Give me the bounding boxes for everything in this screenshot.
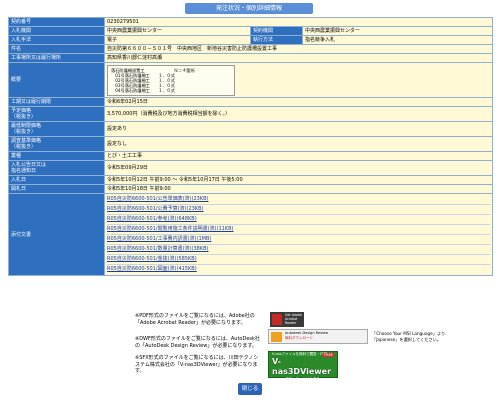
industry-type: とび・土工工事: [103, 151, 494, 161]
row-label: 契約機関: [250, 26, 303, 36]
work-location: 高知県香川郡仁淀村高瀬: [103, 53, 494, 63]
row-label: 工期又は履行期限: [8, 97, 105, 107]
table-row: 工事場所又は履行場所 高知県香川郡仁淀村高瀬: [8, 53, 494, 63]
attachment-link[interactable]: R05自災防6600-501/閲覧用施工条件説明書(済)(11KB): [107, 225, 491, 235]
row-label: 概要: [8, 62, 105, 98]
detail-table: 契約番号 0230279501 入札機関 中央西農業振興センター 契約機関 中央…: [8, 17, 494, 276]
survey-price: 設定なし: [103, 136, 494, 152]
table-row: 入札公告日又は 指名通知日 令和5年09月29日: [8, 160, 494, 176]
row-label: 業種: [8, 151, 105, 161]
row-label: 添付文書: [8, 193, 105, 276]
summary-line: 04号落石防護柵工 １．０式: [111, 87, 175, 93]
table-row: 契約番号 0230279501: [8, 17, 494, 27]
dwf-note: ※DWF形式のファイルをご覧になるには、AutoDesk社の「AutoDesk …: [135, 336, 260, 349]
table-row: 最低制限価格 （税抜き） 設定あり: [8, 121, 494, 137]
table-row: 概要 落石防護柵設置工 Ｎ＝４箇所 01号落石防護柵工 １．０式 02号落石防護…: [8, 62, 494, 98]
table-row: 入札日 令和5年10月12日 午前9:00 〜 令和5年10月17日 午後5:0…: [8, 175, 494, 185]
table-row: 工期又は履行期限 令和6年02月15日: [8, 97, 494, 107]
row-label: 件名: [8, 44, 105, 54]
attachment-link[interactable]: R05自災防6600-501/公費予算(済)(23KB): [107, 205, 491, 215]
row-label: 予定価格 （税抜き）: [8, 106, 105, 122]
attachments-cell: R05自災防6600-501/公告単価表(済)(23KB) R05自災防6600…: [103, 193, 494, 276]
table-row: 開札日 令和5年10月18日 午前9:00: [8, 184, 494, 194]
table-row: 件名 自災防第６６００－５０１号 中央西地区 新地谷災害防止防護柵設置工事: [8, 44, 494, 54]
vnas-badge-brand: V-nas3DViewer: [272, 357, 332, 376]
completion-date: 令和6年02月15日: [103, 97, 494, 107]
autodesk-design-review-badge[interactable]: Autodesk Design Review 無料ダウンロード: [268, 329, 368, 344]
attachment-link[interactable]: R05自災防6600-501/工事費内訳書(済)(1MB): [107, 235, 491, 245]
pdf-icon: [272, 314, 282, 325]
estimated-price: 3,570,000円（消費税及び地方消費税相当額を除く。）: [103, 106, 494, 122]
attachment-link[interactable]: R05自災防6600-501/数量計算書(済)(38KB): [107, 245, 491, 255]
project-name: 自災防第６６００－５０１号 中央西地区 新地谷災害防止防護柵設置工事: [103, 44, 494, 54]
viewer-notes: ※PDF形式のファイルをご覧になるには、Adobe社の「Adobe Acroba…: [135, 313, 375, 381]
design-review-icon: [271, 332, 282, 342]
row-label: 入札公告日又は 指名通知日: [8, 160, 105, 176]
hint-line: 「Japanese」を選択してください。: [372, 337, 442, 342]
summary-cell: 落石防護柵設置工 Ｎ＝４箇所 01号落石防護柵工 １．０式 02号落石防護柵工 …: [103, 62, 494, 98]
attachment-link[interactable]: R05自災防6600-501/金抜(済)(585KB): [107, 255, 491, 265]
row-label: 契約番号: [8, 17, 105, 27]
attachment-link[interactable]: R05自災防6600-501/図面(済)(415KB): [107, 265, 490, 274]
adobe-reader-badge[interactable]: Get Adobe Acrobat Reader: [270, 312, 304, 327]
adobe-badge-bottom: Acrobat Reader: [285, 317, 298, 325]
row-label: 工事場所又は履行場所: [8, 53, 105, 63]
row-label: 執行方法: [250, 35, 303, 45]
table-row: 業種 とび・土工工事: [8, 151, 494, 161]
announcement-date: 令和5年09月29日: [103, 160, 494, 176]
table-row: 入札機関 中央西農業振興センター 契約機関 中央西農業振興センター: [8, 26, 494, 36]
bidding-method: 電子: [104, 35, 251, 45]
vnas-badge-bottom: ダウンロードはこちら: [285, 377, 320, 381]
opening-date: 令和5年10月18日 午前9:00: [103, 184, 494, 194]
attachment-link[interactable]: R05自災防6600-501/公告単価表(済)(23KB): [107, 195, 491, 205]
page-title: 発注状況・個別詳細情報: [185, 3, 313, 14]
pdf-note: ※PDF形式のファイルをご覧になるには、Adobe社の「Adobe Acroba…: [135, 313, 255, 326]
row-label: 入札日: [8, 175, 105, 185]
bid-period: 令和5年10月12日 午前9:00 〜 令和5年10月17日 午後5:00: [103, 175, 494, 185]
bidding-agency: 中央西農業振興センター: [104, 26, 251, 36]
minimum-price: 設定あり: [103, 121, 494, 137]
free-tag: FREE: [322, 353, 335, 357]
row-label: 入札手法: [8, 35, 105, 45]
table-row: 添付文書 R05自災防6600-501/公告単価表(済)(23KB) R05自災…: [8, 193, 494, 276]
contract-agency: 中央西農業振興センター: [301, 26, 494, 36]
sfx-note: ※SFX形式のファイルをご覧になるには、川田テクノシステム株式会社の「V-nas…: [135, 355, 259, 374]
close-button[interactable]: 閉じる: [238, 383, 262, 395]
execution-method: 指名競争入札: [301, 35, 494, 45]
autodesk-badge-line2: 無料ダウンロード: [285, 335, 313, 340]
contract-number: 0230279501: [103, 17, 494, 27]
attachment-link[interactable]: R05自災防6600-501/参考(済)(648KB): [107, 215, 491, 225]
row-label: 最低制限価格 （税抜き）: [8, 121, 105, 137]
table-row: 予定価格 （税抜き） 3,570,000円（消費税及び地方消費税相当額を除く。）: [8, 106, 494, 122]
table-row: 入札手法 電子 執行方法 指名競争入札: [8, 35, 494, 45]
autodesk-language-hint: 「Choose Your MSI Language」より 「Japanese」を…: [372, 331, 445, 343]
row-label: 開札日: [8, 184, 105, 194]
row-label: 入札機関: [8, 26, 105, 36]
summary-box: 落石防護柵設置工 Ｎ＝４箇所 01号落石防護柵工 １．０式 02号落石防護柵工 …: [107, 64, 235, 96]
vnas-3dviewer-badge[interactable]: FREE V-nasファイルを無料で閲覧・印刷 V-nas3DViewer ダウ…: [268, 351, 338, 381]
table-row: 調査基準価格 （税抜き） 設定なし: [8, 136, 494, 152]
row-label: 調査基準価格 （税抜き）: [8, 136, 105, 152]
